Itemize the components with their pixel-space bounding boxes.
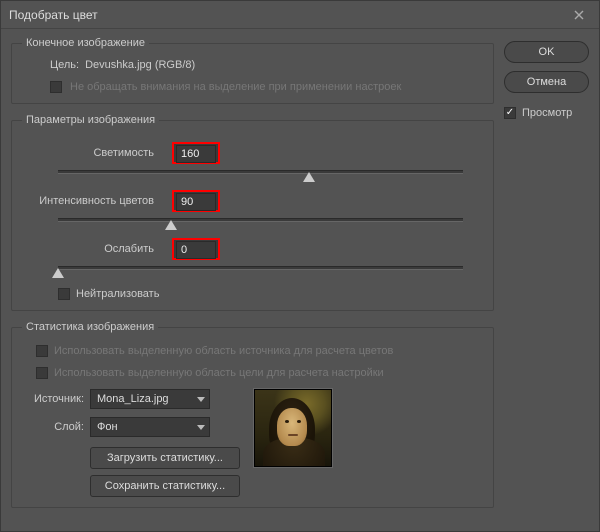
source-thumbnail [254,389,332,467]
chevron-down-icon [197,425,205,430]
window-title: Подобрать цвет [9,8,98,22]
luminance-label: Светимость [22,147,172,159]
target-label: Цель: [50,59,79,71]
ignore-selection-checkbox [50,81,62,93]
source-label: Источник: [24,393,84,405]
target-value: Devushka.jpg (RGB/8) [85,59,195,71]
titlebar: Подобрать цвет [1,1,599,29]
use-source-selection-checkbox [36,345,48,357]
save-statistics-button[interactable]: Сохранить статистику... [90,475,240,497]
intensity-input[interactable] [176,193,216,211]
image-statistics-legend: Статистика изображения [22,321,158,333]
fade-slider[interactable] [58,262,463,278]
fade-label: Ослабить [22,243,172,255]
neutralize-label: Нейтрализовать [76,288,159,300]
layer-select[interactable]: Фон [90,417,210,437]
intensity-slider[interactable] [58,214,463,230]
chevron-down-icon [197,397,205,402]
use-source-selection-label: Использовать выделенную область источник… [54,345,393,357]
preview-label: Просмотр [522,107,572,119]
ignore-selection-label: Не обращать внимания на выделение при пр… [70,81,401,93]
luminance-slider[interactable] [58,166,463,182]
fade-value-highlight [172,238,220,260]
slider-thumb-icon [165,220,177,230]
destination-legend: Конечное изображение [22,37,149,49]
intensity-label: Интенсивность цветов [22,195,172,207]
slider-thumb-icon [303,172,315,182]
use-target-selection-checkbox [36,367,48,379]
cancel-button[interactable]: Отмена [504,71,589,93]
layer-select-value: Фон [97,421,118,433]
neutralize-checkbox[interactable] [58,288,70,300]
intensity-value-highlight [172,190,220,212]
image-options-group: Параметры изображения Светимость Интенси… [11,114,494,311]
match-color-dialog: Подобрать цвет Конечное изображение Цель… [0,0,600,532]
destination-group: Конечное изображение Цель: Devushka.jpg … [11,37,494,104]
preview-checkbox[interactable] [504,107,516,119]
luminance-input[interactable] [176,145,216,163]
close-icon [574,10,584,20]
image-statistics-group: Статистика изображения Использовать выде… [11,321,494,508]
close-button[interactable] [567,3,591,27]
slider-thumb-icon [52,268,64,278]
load-statistics-button[interactable]: Загрузить статистику... [90,447,240,469]
image-options-legend: Параметры изображения [22,114,159,126]
source-select-value: Mona_Liza.jpg [97,393,169,405]
luminance-value-highlight [172,142,220,164]
source-select[interactable]: Mona_Liza.jpg [90,389,210,409]
ok-button[interactable]: OK [504,41,589,63]
fade-input[interactable] [176,241,216,259]
layer-label: Слой: [24,421,84,433]
use-target-selection-label: Использовать выделенную область цели для… [54,367,384,379]
